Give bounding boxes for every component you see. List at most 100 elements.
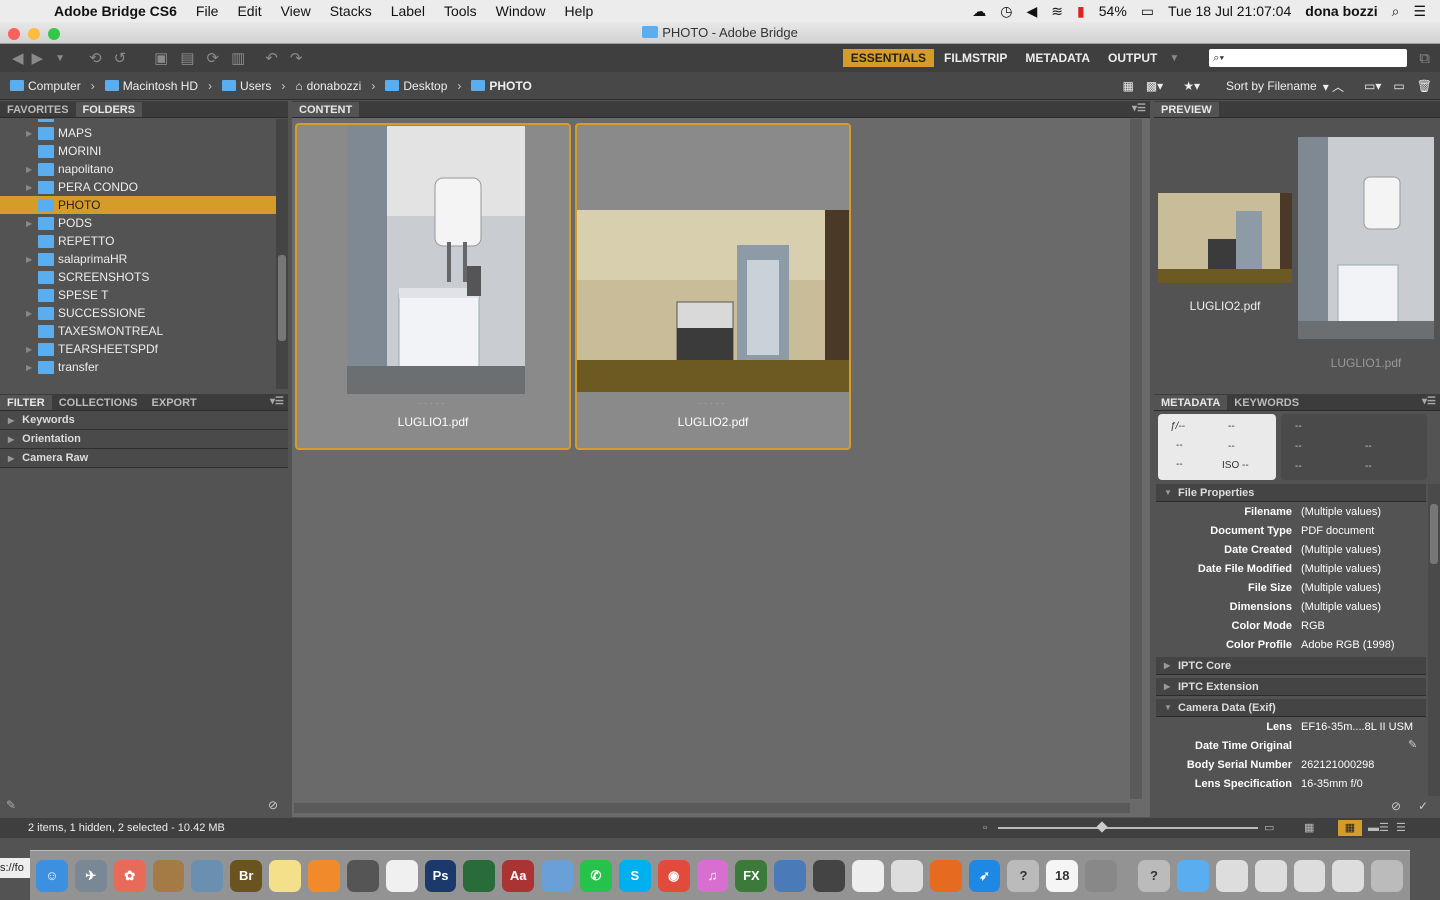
thumbnail-luglio1[interactable]: ····· LUGLIO1.pdf <box>295 123 571 450</box>
expand-triangle-icon[interactable]: ▶ <box>26 345 32 354</box>
breadcrumb-desktop[interactable]: Desktop › <box>385 79 461 93</box>
bridge-icon[interactable]: Br <box>230 859 263 892</box>
breadcrumb-donabozzi[interactable]: ⌂ donabozzi › <box>295 79 375 93</box>
tab-content[interactable]: CONTENT <box>292 102 360 117</box>
tab-export[interactable]: EXPORT <box>145 395 204 410</box>
notes-book-icon[interactable] <box>152 859 185 892</box>
doc-stack-icon[interactable] <box>1215 859 1248 892</box>
quality-icon[interactable]: ▦ <box>1122 79 1133 93</box>
workspace-metadata[interactable]: METADATA <box>1017 49 1098 67</box>
filter-orientation[interactable]: ▶ Orientation <box>0 430 288 449</box>
volume-icon[interactable]: ◀ <box>1027 3 1038 20</box>
wifi-icon[interactable]: ≋ <box>1051 3 1063 20</box>
metadata-value[interactable]: PDF document <box>1301 525 1374 537</box>
menu-app-name[interactable]: Adobe Bridge CS6 <box>54 3 177 19</box>
thumbnail-size-slider[interactable] <box>998 821 1258 833</box>
notes-icon[interactable] <box>269 859 302 892</box>
rotate-right-icon[interactable]: ↷ <box>290 49 303 67</box>
rating-dots[interactable]: ····· <box>297 399 569 408</box>
menu-view[interactable]: View <box>281 3 311 19</box>
open-recent-icon[interactable]: ▭▾ <box>1364 79 1381 93</box>
time-machine-icon[interactable]: ◷ <box>1000 3 1012 20</box>
books-icon[interactable] <box>308 859 340 892</box>
thumbnail-luglio2[interactable]: ····· LUGLIO2.pdf <box>575 123 851 450</box>
menu-window[interactable]: Window <box>496 3 546 19</box>
new-folder-icon[interactable]: ▭ <box>1393 79 1404 93</box>
minimize-window-button[interactable] <box>28 28 40 40</box>
menu-stacks[interactable]: Stacks <box>330 3 372 19</box>
folder-item[interactable]: MORINI <box>0 142 276 160</box>
background-window-stub[interactable]: s://fo <box>0 858 30 878</box>
workspace-filmstrip[interactable]: FILMSTRIP <box>936 49 1015 67</box>
open-icon[interactable]: ▥ <box>231 49 245 67</box>
expand-triangle-icon[interactable]: ▶ <box>26 165 32 174</box>
photoshop-icon[interactable]: Ps <box>424 859 457 892</box>
pin-icon[interactable]: ✎ <box>6 798 16 812</box>
scroll-thumb[interactable] <box>278 255 286 341</box>
notification-center-icon[interactable]: ☰ <box>1413 3 1426 20</box>
delete-icon[interactable]: 🗑 <box>1417 79 1432 93</box>
sort-direction-icon[interactable]: ▾ ︿ <box>1323 78 1344 95</box>
star-filter-icon[interactable]: ★▾ <box>1183 79 1200 93</box>
metadata-value[interactable]: RGB <box>1301 620 1325 632</box>
folder-item[interactable]: ▶ salaprimaHR <box>0 250 276 268</box>
rating-dots[interactable]: ····· <box>577 399 849 408</box>
tab-favorites[interactable]: FAVORITES <box>0 102 76 117</box>
breadcrumb-users[interactable]: Users › <box>222 79 285 93</box>
keychain-icon[interactable] <box>1085 859 1118 892</box>
menu-tools[interactable]: Tools <box>444 3 477 19</box>
forward-icon[interactable]: ▶ <box>32 49 44 67</box>
folders-scrollbar[interactable] <box>276 119 288 389</box>
tab-preview[interactable]: PREVIEW <box>1154 102 1219 117</box>
breadcrumb-computer[interactable]: Computer › <box>10 79 95 93</box>
launchpad-icon[interactable]: ✈ <box>74 859 107 892</box>
view-thumbnails-icon[interactable]: ▦ <box>1338 820 1362 836</box>
creative-cloud-icon[interactable]: ☁ <box>972 3 986 20</box>
expand-triangle-icon[interactable]: ▶ <box>26 363 32 372</box>
preview-icon[interactable] <box>191 859 224 892</box>
fx-icon[interactable]: FX <box>735 859 768 892</box>
edit-pencil-icon[interactable]: ✎ <box>1408 738 1417 751</box>
menu-edit[interactable]: Edit <box>237 3 261 19</box>
spotlight-icon[interactable]: ⌕ <box>1392 3 1400 20</box>
apply-check-icon[interactable]: ✓ <box>1418 799 1428 813</box>
battery-percent[interactable]: 54% <box>1099 3 1127 19</box>
metadata-value[interactable]: EF16-35m....8L II USM <box>1301 721 1413 733</box>
metadata-value[interactable]: (Multiple values) <box>1301 544 1381 556</box>
expand-triangle-icon[interactable]: ▶ <box>26 183 32 192</box>
metadata-value[interactable]: (Multiple values) <box>1301 506 1381 518</box>
mail-icon[interactable] <box>541 859 574 892</box>
menu-help[interactable]: Help <box>564 3 593 19</box>
breadcrumb-macintosh-hd[interactable]: Macintosh HD › <box>104 79 212 93</box>
clock[interactable]: Tue 18 Jul 21:07:04 <box>1168 3 1291 19</box>
workspace-essentials[interactable]: ESSENTIALS <box>842 49 935 67</box>
doc-stack-4-icon[interactable] <box>1332 859 1365 892</box>
zoom-window-button[interactable] <box>48 28 60 40</box>
section-iptc-core[interactable]: ▶ IPTC Core <box>1156 657 1426 675</box>
camera-icon[interactable]: ▣ <box>154 49 168 67</box>
large-thumb-icon[interactable]: ▭ <box>1264 818 1274 838</box>
panel-menu-icon[interactable]: ▾☰ <box>1132 103 1146 114</box>
breadcrumb-photo[interactable]: PHOTO <box>471 79 532 93</box>
finder-icon[interactable]: ☺ <box>36 859 68 892</box>
content-scrollbar[interactable] <box>1130 119 1142 799</box>
calendar-icon[interactable]: 18 <box>1046 859 1079 892</box>
metadata-value[interactable]: Adobe RGB (1998) <box>1301 639 1395 651</box>
dictionary-icon[interactable]: Aa <box>502 859 535 892</box>
compact-mode-icon[interactable]: ⧉ <box>1419 50 1430 67</box>
folder-item[interactable]: PHOTO <box>0 196 276 214</box>
folder-item[interactable]: ▶ TEARSHEETSPDf <box>0 340 276 358</box>
filter-items-icon[interactable]: ▩▾ <box>1146 79 1163 93</box>
clear-filter-icon[interactable]: ⊘ <box>268 798 278 812</box>
workspace-output[interactable]: OUTPUT <box>1100 49 1165 67</box>
section-iptc-extension[interactable]: ▶ IPTC Extension <box>1156 678 1426 696</box>
section-file-properties[interactable]: ▼ File Properties <box>1156 484 1426 502</box>
folder-item[interactable]: TAXESMONTREAL <box>0 322 276 340</box>
folder-item[interactable]: ▶ napolitano <box>0 160 276 178</box>
section-camera-data[interactable]: ▼ Camera Data (Exif) <box>1156 699 1426 717</box>
metadata-value[interactable]: (Multiple values) <box>1301 601 1381 613</box>
metadata-scrollbar[interactable] <box>1428 484 1440 796</box>
refine-icon[interactable]: ▤ <box>180 49 194 67</box>
folder-item[interactable]: REPETTO <box>0 232 276 250</box>
tab-collections[interactable]: COLLECTIONS <box>52 395 145 410</box>
